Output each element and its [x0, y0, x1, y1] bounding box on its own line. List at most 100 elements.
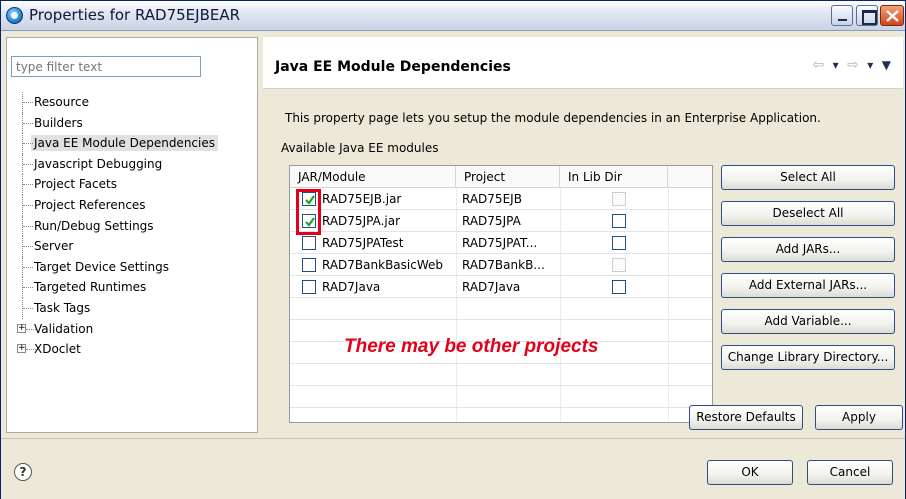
page-title: Java EE Module Dependencies — [275, 59, 511, 75]
change-library-directory-button[interactable]: Change Library Directory... — [721, 345, 895, 370]
module-name: RAD75JPA.jar — [322, 214, 401, 228]
maximize-button[interactable] — [856, 5, 878, 26]
tree-item[interactable]: Run/Debug Settings — [11, 215, 255, 237]
add-external-jars-button[interactable]: Add External JARs... — [721, 273, 895, 298]
help-icon[interactable]: ? — [14, 463, 32, 481]
minimize-button[interactable] — [831, 5, 853, 26]
tree-connector — [22, 133, 33, 154]
tree-item-label: Target Device Settings — [34, 259, 170, 274]
module-checkbox[interactable] — [302, 280, 316, 294]
expand-icon[interactable]: + — [17, 344, 26, 354]
tree-item-label: Validation — [34, 321, 94, 336]
in-lib-dir-checkbox[interactable] — [612, 280, 626, 294]
tree-connector — [22, 297, 33, 319]
table-row — [290, 386, 712, 408]
window-title: Properties for RAD75EJBEAR — [29, 6, 241, 24]
tree-connector — [26, 319, 36, 340]
tree-item-label: XDoclet — [34, 342, 81, 357]
filter-input[interactable] — [11, 56, 201, 77]
back-arrow-icon[interactable]: ⇦ — [812, 57, 826, 73]
close-icon — [886, 10, 899, 22]
table-row — [290, 298, 712, 320]
tree-connector — [22, 256, 33, 278]
deselect-all-button[interactable]: Deselect All — [721, 201, 895, 226]
tree-item[interactable]: Task Tags — [11, 297, 255, 319]
back-dropdown-icon[interactable]: ▾ — [833, 58, 841, 72]
tree-connector — [22, 174, 33, 195]
add-variable-button[interactable]: Add Variable... — [721, 309, 895, 334]
tree-item[interactable]: + XDoclet — [11, 339, 255, 360]
in-lib-dir-checkbox — [612, 258, 626, 272]
cancel-button[interactable]: Cancel — [807, 460, 893, 485]
dialog-button-bar: ? OK Cancel — [1, 438, 905, 499]
tree-item-label: Javascript Debugging — [34, 156, 163, 171]
tree-connector — [22, 92, 33, 113]
tree-item[interactable]: Builders — [11, 112, 255, 134]
tree-item[interactable]: Server — [11, 236, 255, 257]
table-row[interactable]: RAD75EJB.jar RAD75EJB — [290, 188, 712, 210]
expand-icon[interactable]: + — [17, 323, 26, 333]
tree-item[interactable]: + Validation — [11, 319, 255, 340]
table-row — [290, 408, 712, 430]
available-modules-label: Available Java EE modules — [281, 141, 439, 155]
table-row — [290, 364, 712, 386]
table-row[interactable]: RAD7Java RAD7Java — [290, 276, 712, 298]
forward-arrow-icon[interactable]: ⇨ — [847, 57, 861, 73]
column-header-module[interactable]: JAR/Module — [290, 166, 456, 188]
table-row[interactable]: RAD75JPATest RAD75JPAT... — [290, 232, 712, 254]
module-name: RAD7BankBasicWeb — [322, 258, 444, 272]
tree-connector — [22, 153, 33, 175]
tree-item-label: Project Facets — [34, 177, 117, 192]
preference-tree: Resource Builders Java EE Module Dependenc… — [11, 92, 255, 360]
tree-item[interactable]: Targeted Runtimes — [11, 277, 255, 298]
apply-button[interactable]: Apply — [815, 405, 903, 430]
tree-item[interactable]: Project References — [11, 194, 255, 216]
modules-table: JAR/Module Project In Lib Dir RAD75EJB.j… — [289, 165, 713, 430]
select-all-button[interactable]: Select All — [721, 165, 895, 190]
tree-item[interactable]: Resource — [11, 92, 255, 113]
page-navigation: ⇦ ▾ ⇨ ▾ ▼ — [812, 57, 893, 73]
tree-item-label: Run/Debug Settings — [34, 218, 154, 233]
tree-item-label: Task Tags — [34, 300, 91, 315]
table-header: JAR/Module Project In Lib Dir — [290, 166, 712, 188]
in-lib-dir-checkbox[interactable] — [612, 214, 626, 228]
module-checkbox[interactable] — [302, 258, 316, 272]
ok-button[interactable]: OK — [707, 460, 793, 485]
project-name: RAD75JPA — [462, 214, 521, 228]
module-name: RAD75JPATest — [322, 236, 404, 250]
page-header: Java EE Module Dependencies ⇦ ▾ ⇨ ▾ ▼ — [263, 37, 903, 89]
close-button[interactable] — [880, 5, 904, 26]
tree-connector — [22, 277, 33, 298]
title-bar[interactable]: Properties for RAD75EJBEAR — [1, 1, 905, 31]
project-name: RAD7Java — [462, 280, 521, 294]
properties-dialog: Properties for RAD75EJBEAR Resource Build… — [0, 0, 906, 499]
tree-item-label: Server — [34, 239, 74, 254]
tree-item[interactable]: Target Device Settings — [11, 256, 255, 278]
in-lib-dir-checkbox — [612, 192, 626, 206]
in-lib-dir-checkbox[interactable] — [612, 236, 626, 250]
tree-item[interactable]: Javascript Debugging — [11, 153, 255, 175]
column-header-filler — [668, 166, 712, 188]
table-row[interactable]: RAD7BankBasicWeb RAD7BankB... — [290, 254, 712, 276]
project-name: RAD75EJB — [462, 192, 522, 206]
module-name: RAD75EJB.jar — [322, 192, 402, 206]
tree-item-label: Resource — [34, 95, 90, 109]
module-checkbox[interactable] — [302, 236, 316, 250]
tree-connector — [22, 194, 33, 216]
column-header-project[interactable]: Project — [456, 166, 560, 188]
table-row[interactable]: RAD75JPA.jar RAD75JPA — [290, 210, 712, 232]
project-name: RAD75JPAT... — [462, 236, 538, 250]
property-page: Java EE Module Dependencies ⇦ ▾ ⇨ ▾ ▼ Th… — [263, 37, 903, 433]
tree-item[interactable]: Project Facets — [11, 174, 255, 195]
column-header-inlib[interactable]: In Lib Dir — [560, 166, 668, 188]
tree-connector — [22, 236, 33, 257]
tree-item[interactable]: Java EE Module Dependencies — [11, 133, 255, 154]
tree-item-label: Project References — [34, 197, 146, 212]
app-icon — [6, 7, 23, 24]
restore-defaults-button[interactable]: Restore Defaults — [689, 405, 803, 430]
add-jars-button[interactable]: Add JARs... — [721, 237, 895, 262]
forward-dropdown-icon[interactable]: ▾ — [867, 58, 875, 72]
view-menu-icon[interactable]: ▼ — [882, 58, 893, 72]
tree-connector — [22, 112, 33, 134]
tree-connector — [22, 215, 33, 237]
